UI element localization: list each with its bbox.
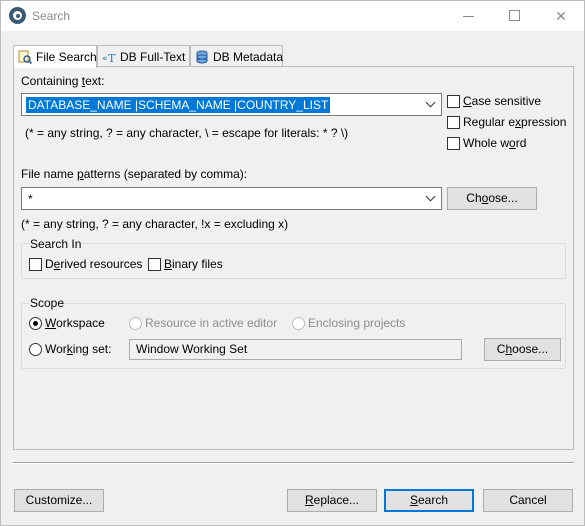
containing-text-label: Containing text: bbox=[21, 74, 105, 88]
file-search-icon bbox=[18, 50, 33, 65]
choose-working-set-button[interactable]: Choose... bbox=[484, 338, 561, 361]
regular-expression-label[interactable]: Regular expression bbox=[463, 115, 566, 129]
tab-db-full-text[interactable]: «T DB Full-Text bbox=[97, 45, 190, 67]
working-set-label[interactable]: Working set: bbox=[45, 342, 111, 356]
resource-active-editor-label[interactable]: Resource in active editor bbox=[145, 316, 277, 330]
working-set-radio[interactable] bbox=[29, 343, 42, 356]
tab-file-search[interactable]: File Search bbox=[13, 45, 97, 68]
maximize-icon bbox=[509, 10, 520, 21]
file-patterns-combo[interactable]: * bbox=[21, 187, 442, 210]
svg-text:«: « bbox=[102, 54, 108, 64]
app-icon bbox=[9, 7, 26, 24]
cancel-button[interactable]: Cancel bbox=[483, 489, 573, 512]
derived-resources-label[interactable]: Derived resources bbox=[45, 257, 142, 271]
file-patterns-hint: (* = any string, ? = any character, !x =… bbox=[21, 217, 289, 231]
tab-db-metadata[interactable]: DB Metadata bbox=[190, 45, 283, 67]
file-search-panel: Containing text: DATABASE_NAME |SCHEMA_N… bbox=[13, 66, 574, 450]
search-dialog: Search ✕ File Search «T DB Full-Text DB … bbox=[0, 0, 585, 526]
containing-text-value[interactable]: DATABASE_NAME |SCHEMA_NAME |COUNTRY_LIST bbox=[26, 97, 331, 113]
case-sensitive-label[interactable]: Case sensitive bbox=[463, 94, 541, 108]
close-icon: ✕ bbox=[555, 8, 567, 24]
derived-resources-checkbox[interactable] bbox=[29, 258, 42, 271]
svg-text:T: T bbox=[108, 52, 116, 64]
enclosing-projects-radio[interactable] bbox=[292, 317, 305, 330]
scope-title: Scope bbox=[29, 296, 66, 310]
containing-text-combo[interactable]: DATABASE_NAME |SCHEMA_NAME |COUNTRY_LIST bbox=[21, 93, 442, 116]
tab-label: DB Metadata bbox=[213, 49, 284, 64]
chevron-down-icon[interactable] bbox=[425, 192, 437, 204]
binary-files-label[interactable]: Binary files bbox=[164, 257, 223, 271]
maximize-button[interactable] bbox=[492, 1, 538, 31]
title-bar: Search ✕ bbox=[1, 1, 584, 31]
replace-button[interactable]: Replace... bbox=[287, 489, 377, 512]
close-button[interactable]: ✕ bbox=[538, 1, 584, 31]
whole-word-checkbox[interactable] bbox=[447, 137, 460, 150]
working-set-field[interactable]: Window Working Set bbox=[129, 339, 462, 360]
binary-files-checkbox[interactable] bbox=[148, 258, 161, 271]
minimize-icon bbox=[463, 16, 474, 17]
containing-text-hint: (* = any string, ? = any character, \ = … bbox=[25, 126, 349, 140]
tab-label: DB Full-Text bbox=[120, 49, 186, 64]
whole-word-label[interactable]: Whole word bbox=[463, 136, 526, 150]
enclosing-projects-label[interactable]: Enclosing projects bbox=[308, 316, 405, 330]
customize-button[interactable]: Customize... bbox=[14, 489, 104, 512]
case-sensitive-checkbox[interactable] bbox=[447, 95, 460, 108]
search-in-title: Search In bbox=[29, 237, 83, 251]
regular-expression-checkbox[interactable] bbox=[447, 116, 460, 129]
workspace-radio[interactable] bbox=[29, 317, 42, 330]
minimize-button[interactable] bbox=[446, 1, 492, 31]
resource-active-editor-radio[interactable] bbox=[129, 317, 142, 330]
tab-label: File Search bbox=[36, 50, 97, 64]
window-title: Search bbox=[32, 9, 71, 23]
db-metadata-icon bbox=[195, 50, 209, 64]
file-patterns-label: File name patterns (separated by comma): bbox=[21, 167, 248, 181]
file-patterns-value[interactable]: * bbox=[28, 192, 33, 206]
db-fulltext-icon: «T bbox=[102, 50, 116, 65]
chevron-down-icon[interactable] bbox=[425, 98, 437, 110]
workspace-label[interactable]: Workspace bbox=[45, 316, 105, 330]
button-separator bbox=[13, 462, 574, 464]
search-button[interactable]: Search bbox=[384, 489, 474, 512]
choose-patterns-button[interactable]: Choose... bbox=[447, 187, 537, 210]
